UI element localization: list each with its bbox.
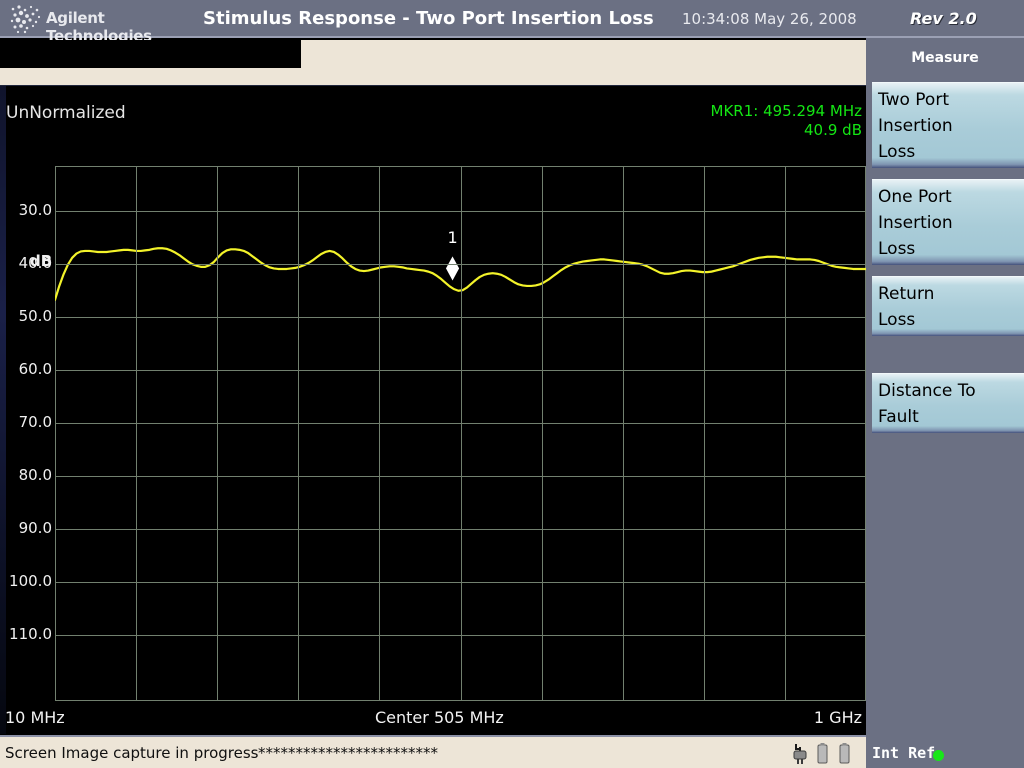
agilent-spark-logo-icon xyxy=(10,5,41,34)
plot-canvas[interactable]: 1 xyxy=(55,166,866,701)
x-axis-center-label: Center 505 MHz xyxy=(375,708,504,727)
softkey-return-loss[interactable]: Return Loss xyxy=(872,276,1024,336)
grid-line-vertical xyxy=(623,166,624,701)
softkey-label-line: Fault xyxy=(878,407,919,427)
grid-line-vertical xyxy=(217,166,218,701)
softkey-menu: Measure Two Port Insertion Loss One Port Ins… xyxy=(866,38,1024,739)
y-axis-tick-label: 110.0 xyxy=(9,625,52,643)
instrument-screen: Agilent Technologies Stimulus Response -… xyxy=(0,0,1024,768)
x-axis-start-label: 10 MHz xyxy=(5,708,65,727)
title-bar: Agilent Technologies Stimulus Response -… xyxy=(0,0,1024,45)
softkey-distance-to-fault[interactable]: Distance To Fault xyxy=(872,373,1024,433)
y-axis-tick-label: 80.0 xyxy=(18,466,52,484)
y-axis-tick-label: 60.0 xyxy=(18,360,52,378)
battery-icon xyxy=(839,743,850,764)
grid-line-vertical xyxy=(785,166,786,701)
power-plug-icon xyxy=(793,744,807,764)
softkey-one-port-insertion-loss[interactable]: One Port Insertion Loss xyxy=(872,179,1024,265)
softkey-label-line: Loss xyxy=(878,310,916,330)
grid-line-vertical xyxy=(136,166,137,701)
y-axis-tick-label: 70.0 xyxy=(18,413,52,431)
marker-readout-amplitude: 40.9 dB xyxy=(804,121,862,139)
marker-readout: MKR1: 495.294 MHz 40.9 dB xyxy=(711,102,862,140)
graph-display[interactable]: UnNormalized MKR1: 495.294 MHz 40.9 dB d… xyxy=(0,85,866,734)
softkey-label-line: Loss xyxy=(878,142,916,162)
y-axis-tick-label: 90.0 xyxy=(18,519,52,537)
y-axis-tick-label: 100.0 xyxy=(9,572,52,590)
status-icon-group xyxy=(793,743,850,764)
softkey-label-line: Insertion xyxy=(878,213,953,233)
page-title: Stimulus Response - Two Port Insertion L… xyxy=(203,8,654,29)
reference-lock-led xyxy=(933,750,944,761)
x-axis-stop-label: 1 GHz xyxy=(813,708,862,727)
softkey-label-line: Loss xyxy=(878,239,916,259)
status-progress-stars: ************************ xyxy=(258,744,438,762)
sub-toolbar xyxy=(0,40,866,85)
grid-line-vertical xyxy=(704,166,705,701)
softkey-label-line: Insertion xyxy=(878,116,953,136)
marker-readout-frequency: MKR1: 495.294 MHz xyxy=(710,102,862,120)
grid-line-vertical xyxy=(542,166,543,701)
sub-toolbar-blank-region xyxy=(0,40,301,68)
y-axis-tick-label: 50.0 xyxy=(18,307,52,325)
revision-label: Rev 2.0 xyxy=(910,9,977,28)
y-axis-tick-label: 40.0 xyxy=(18,254,52,272)
grid-line-vertical xyxy=(379,166,380,701)
status-bar: Screen Image capture in progress *******… xyxy=(0,735,866,768)
softkey-label-line: Distance To xyxy=(878,381,976,401)
softkey-label-line: Return xyxy=(878,284,935,304)
softkey-label-line: Two Port xyxy=(878,90,949,110)
grid-line-vertical xyxy=(461,166,462,701)
brand-area: Agilent Technologies xyxy=(0,0,180,45)
y-axis-tick-label: 30.0 xyxy=(18,201,52,219)
grid-line-vertical xyxy=(298,166,299,701)
softkey-two-port-insertion-loss[interactable]: Two Port Insertion Loss xyxy=(872,82,1024,168)
x-axis-labels: 10 MHz Center 505 MHz 1 GHz xyxy=(0,708,866,732)
status-message: Screen Image capture in progress xyxy=(5,744,259,762)
battery-icon xyxy=(817,743,828,764)
y-axis-tick-labels: 30.0 40.0 50.0 60.0 70.0 80.0 90.0 100.0 110.0 xyxy=(0,86,52,734)
softkey-menu-title: Measure xyxy=(911,50,979,66)
reference-source-label: Int Ref xyxy=(872,744,936,762)
clock-datetime: 10:34:08 May 26, 2008 xyxy=(682,10,857,28)
softkey-label-line: One Port xyxy=(878,187,952,207)
